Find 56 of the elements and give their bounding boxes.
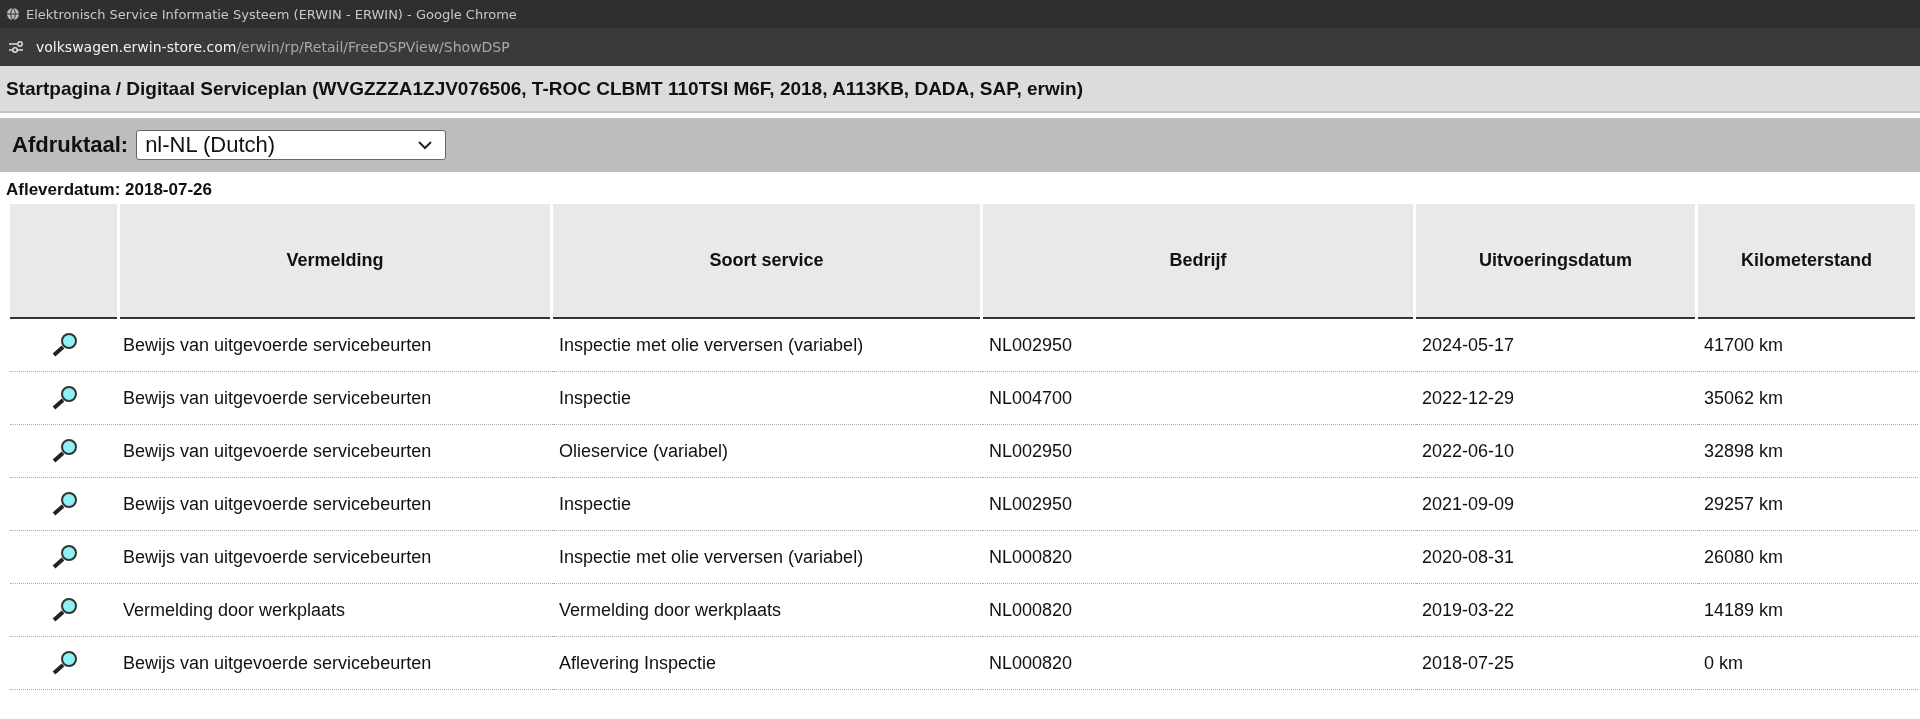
table-cell: 2022-06-10 — [1416, 425, 1698, 478]
table-cell: NL000820 — [983, 531, 1416, 584]
table-cell: Bewijs van uitgevoerde servicebeurten — [120, 425, 553, 478]
table-cell: NL000820 — [983, 637, 1416, 690]
table-cell: 14189 km — [1698, 584, 1918, 637]
table-cell: Bewijs van uitgevoerde servicebeurten — [120, 637, 553, 690]
breadcrumb: Startpagina / Digitaal Serviceplan (WVGZZZA1ZJV076506, T-ROC CLBMT 110TSI M6F, 2018, A113KB, DADA, SAP, erwin) — [0, 66, 1920, 113]
table-cell: 2024-05-17 — [1416, 319, 1698, 372]
table-cell: Inspectie — [553, 372, 983, 425]
table-cell: 32898 km — [1698, 425, 1918, 478]
table-cell: Vermelding door werkplaats — [120, 584, 553, 637]
magnifier-icon[interactable] — [51, 544, 79, 570]
chevron-down-icon — [417, 140, 434, 150]
table-cell: 41700 km — [1698, 319, 1918, 372]
print-language-label: Afdruktaal: — [12, 132, 129, 158]
table-cell: 2020-08-31 — [1416, 531, 1698, 584]
table-cell: Bewijs van uitgevoerde servicebeurten — [120, 478, 553, 531]
table-cell: NL002950 — [983, 478, 1416, 531]
table-cell: Bewijs van uitgevoerde servicebeurten — [120, 531, 553, 584]
language-select[interactable]: nl-NL (Dutch) — [136, 130, 447, 160]
table-cell: Olieservice (variabel) — [553, 425, 983, 478]
table-cell: Inspectie met olie verversen (variabel) — [553, 319, 983, 372]
column-header: Bedrijf — [983, 204, 1413, 319]
table-cell: NL002950 — [983, 425, 1416, 478]
address-bar[interactable]: volkswagen.erwin-store.com/erwin/rp/Retail/FreeDSPView/ShowDSP — [36, 39, 510, 55]
globe-icon — [6, 7, 20, 21]
site-settings-icon[interactable] — [8, 40, 24, 54]
column-header: Uitvoeringsdatum — [1416, 204, 1695, 319]
table-cell: NL000820 — [983, 584, 1416, 637]
table-cell: NL002950 — [983, 319, 1416, 372]
table-cell: Inspectie — [553, 478, 983, 531]
table-cell: Aflevering Inspectie — [553, 637, 983, 690]
column-header: Vermelding — [120, 204, 550, 319]
column-header: Soort service — [553, 204, 980, 319]
table-cell: Bewijs van uitgevoerde servicebeurten — [120, 372, 553, 425]
table-cell: Bewijs van uitgevoerde servicebeurten — [120, 319, 553, 372]
column-header: Kilometerstand — [1698, 204, 1915, 319]
delivery-date: Afleverdatum: 2018-07-26 — [5, 179, 213, 201]
table-cell: 26080 km — [1698, 531, 1918, 584]
window-title: Elektronisch Service Informatie Systeem (ERWIN - ERWIN) - Google Chrome — [26, 6, 517, 22]
table-cell: 2019-03-22 — [1416, 584, 1698, 637]
table-cell: NL004700 — [983, 372, 1416, 425]
table-cell: Inspectie met olie verversen (variabel) — [553, 531, 983, 584]
magnifier-icon[interactable] — [51, 385, 79, 411]
table-cell: 2018-07-25 — [1416, 637, 1698, 690]
magnifier-icon[interactable] — [51, 650, 79, 676]
table-cell: 29257 km — [1698, 478, 1918, 531]
magnifier-icon[interactable] — [51, 491, 79, 517]
table-cell: 0 km — [1698, 637, 1918, 690]
magnifier-icon[interactable] — [51, 597, 79, 623]
table-cell: 2022-12-29 — [1416, 372, 1698, 425]
magnifier-icon[interactable] — [51, 438, 79, 464]
table-cell: Vermelding door werkplaats — [553, 584, 983, 637]
table-cell: 2021-09-09 — [1416, 478, 1698, 531]
table-cell: 35062 km — [1698, 372, 1918, 425]
magnifier-icon[interactable] — [51, 332, 79, 358]
